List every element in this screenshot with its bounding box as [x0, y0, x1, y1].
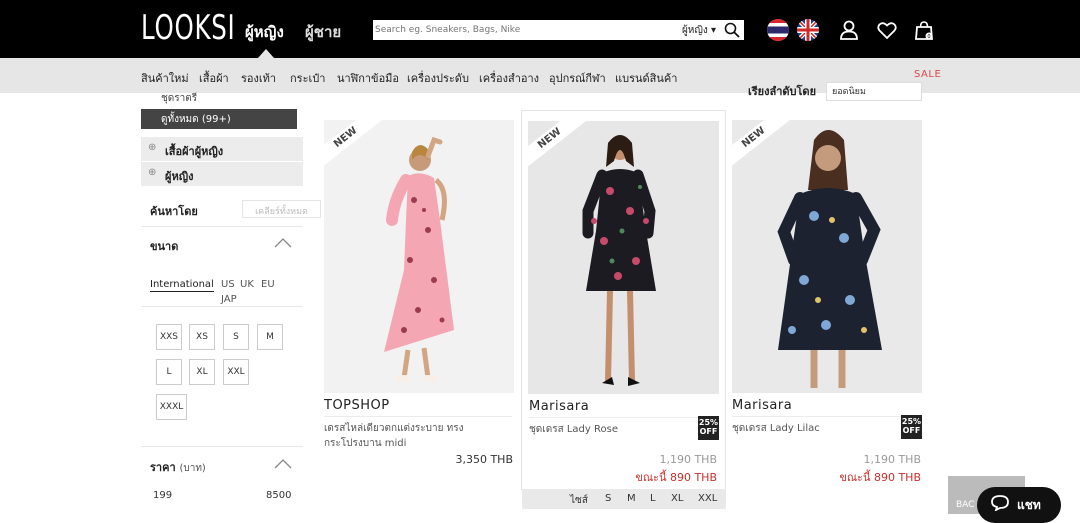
nav-item-clothing[interactable]: เสื้อผ้า	[199, 69, 229, 87]
size-option[interactable]: S	[223, 324, 249, 350]
product-old-price: 1,190 THB	[659, 453, 717, 466]
chevron-up-icon[interactable]	[274, 238, 292, 248]
size-option[interactable]: L	[156, 359, 182, 385]
uk-flag-icon[interactable]	[797, 19, 819, 41]
product-name[interactable]: ชุดเดรส Lady Lilac	[732, 421, 902, 436]
gender-tab-women[interactable]: ผู้หญิง	[245, 20, 284, 44]
product-name[interactable]: เดรสไหล่เดียวตกแต่งระบาย ทรงกระโปรงบาน m…	[324, 421, 494, 451]
expand-plus-icon: ⊕	[148, 167, 157, 178]
available-size[interactable]: M	[627, 493, 636, 504]
size-tab-us[interactable]: US	[221, 279, 235, 290]
search-scope-select[interactable]: ผู้หญิง ▾	[682, 23, 716, 38]
size-tab-international[interactable]: International	[150, 279, 214, 292]
product-image[interactable]: NEW	[528, 121, 719, 394]
chat-bubble-icon	[991, 495, 1009, 511]
search-input[interactable]	[373, 20, 673, 40]
available-size[interactable]: L	[650, 493, 656, 504]
divider	[141, 306, 303, 307]
available-size[interactable]: XXL	[698, 493, 717, 504]
product-card[interactable]: NEW TOPSHOP เดรสไหล่เดียวตกแต่งระบาย ทรง…	[318, 110, 523, 510]
size-filter-title: ขนาด	[150, 240, 179, 253]
sidebar-cat-label: เสื้อผ้าผู้หญิง	[165, 145, 224, 158]
nav-item-new[interactable]: สินค้าใหม่	[141, 69, 189, 87]
size-option[interactable]: XS	[189, 324, 215, 350]
nav-item-sports[interactable]: อุปกรณ์กีฬา	[549, 69, 606, 87]
size-option[interactable]: XXL	[223, 359, 249, 385]
divider	[141, 226, 303, 227]
sidebar-cat-women[interactable]: ⊕ ผู้หญิง	[141, 162, 303, 186]
user-account-icon[interactable]	[838, 19, 860, 41]
price-filter-title: ราคา (บาท)	[150, 458, 206, 476]
product-brand[interactable]: TOPSHOP	[324, 398, 390, 413]
sort-label: เรียงลำดับโดย	[748, 85, 817, 98]
available-sizes-bar: ไซส์ S M L XL XXL	[522, 489, 726, 509]
nav-item-cosmetics[interactable]: เครื่องสำอาง	[479, 69, 539, 87]
available-size[interactable]: S	[605, 493, 611, 504]
product-old-price: 1,190 THB	[863, 453, 921, 466]
thai-flag-icon[interactable]	[767, 19, 789, 41]
divider	[732, 416, 920, 417]
sidebar-cat-label: ผู้หญิง	[165, 170, 194, 183]
nav-item-jewelry[interactable]: เครื่องประดับ	[407, 69, 469, 87]
chat-label: แชท	[1017, 498, 1041, 512]
sidebar-cat-women-clothing[interactable]: ⊕ เสื้อผ้าผู้หญิง	[141, 137, 303, 161]
product-image[interactable]: NEW	[324, 120, 514, 393]
product-name[interactable]: ชุดเดรส Lady Rose	[529, 422, 699, 437]
svg-text:0: 0	[927, 34, 930, 40]
product-sale-price: ขณะนี้ 890 THB	[839, 471, 921, 484]
nav-item-watches[interactable]: นาฬิกาข้อมือ	[337, 69, 399, 87]
top-header: LOOKSI ผู้หญิง ผู้ชาย ผู้หญิง ▾	[0, 0, 1080, 58]
nav-item-brands[interactable]: แบรนด์สินค้า	[615, 69, 677, 87]
looksi-logo[interactable]: LOOKSI	[141, 8, 235, 48]
size-option[interactable]: XXS	[156, 324, 182, 350]
sidebar-sub-evening-dress[interactable]: ชุดราตรี	[161, 91, 197, 106]
search-bar: ผู้หญิง ▾	[373, 20, 744, 40]
wishlist-heart-icon[interactable]	[876, 19, 898, 41]
divider	[529, 417, 717, 418]
price-max-value: 8500	[266, 490, 292, 501]
discount-badge: 25% OFF	[901, 415, 922, 439]
size-tab-uk[interactable]: UK	[240, 279, 254, 290]
chevron-up-icon[interactable]	[274, 459, 292, 469]
active-gender-caret	[258, 49, 274, 58]
nav-item-shoes[interactable]: รองเท้า	[241, 69, 276, 87]
price-min-value: 199	[153, 490, 173, 501]
product-card[interactable]: NEW Marisara ชุดเดรส Lady Lilac 25% OFF	[727, 110, 932, 510]
discount-badge: 25% OFF	[698, 416, 719, 440]
product-price: 3,350 THB	[455, 453, 513, 466]
sidebar-view-all[interactable]: ดูทั้งหมด (99+)	[141, 109, 297, 129]
divider	[324, 416, 512, 417]
divider	[141, 446, 303, 447]
size-option[interactable]: XL	[189, 359, 215, 385]
search-icon[interactable]	[724, 22, 740, 38]
sizes-label: ไซส์	[570, 495, 588, 506]
price-title-text: ราคา	[150, 461, 176, 474]
product-brand[interactable]: Marisara	[732, 398, 792, 413]
product-card[interactable]: NEW Marisara ชุดเดรส Lady Rose 25% OFF	[521, 110, 726, 490]
available-size[interactable]: XL	[671, 493, 683, 504]
product-image[interactable]: NEW	[732, 120, 922, 393]
expand-plus-icon: ⊕	[148, 142, 157, 153]
size-option[interactable]: XXXL	[156, 394, 187, 420]
size-tab-jap[interactable]: JAP	[221, 294, 237, 305]
sort-select[interactable]: ยอดนิยม	[826, 82, 922, 101]
clear-all-button[interactable]: เคลียร์ทั้งหมด	[242, 200, 321, 218]
filter-by-label: ค้นหาโดย	[150, 205, 198, 218]
price-unit: (บาท)	[179, 463, 206, 474]
gender-tab-men[interactable]: ผู้ชาย	[305, 20, 341, 44]
size-option[interactable]: M	[257, 324, 283, 350]
nav-item-sale[interactable]: SALE	[914, 69, 941, 80]
chat-button[interactable]: แชท	[977, 487, 1061, 523]
product-brand[interactable]: Marisara	[529, 399, 589, 414]
product-sale-price: ขณะนี้ 890 THB	[635, 471, 717, 484]
shopping-bag-icon[interactable]: 0	[913, 19, 935, 41]
size-tab-eu[interactable]: EU	[261, 279, 275, 290]
nav-item-bags[interactable]: กระเป๋า	[290, 69, 325, 87]
